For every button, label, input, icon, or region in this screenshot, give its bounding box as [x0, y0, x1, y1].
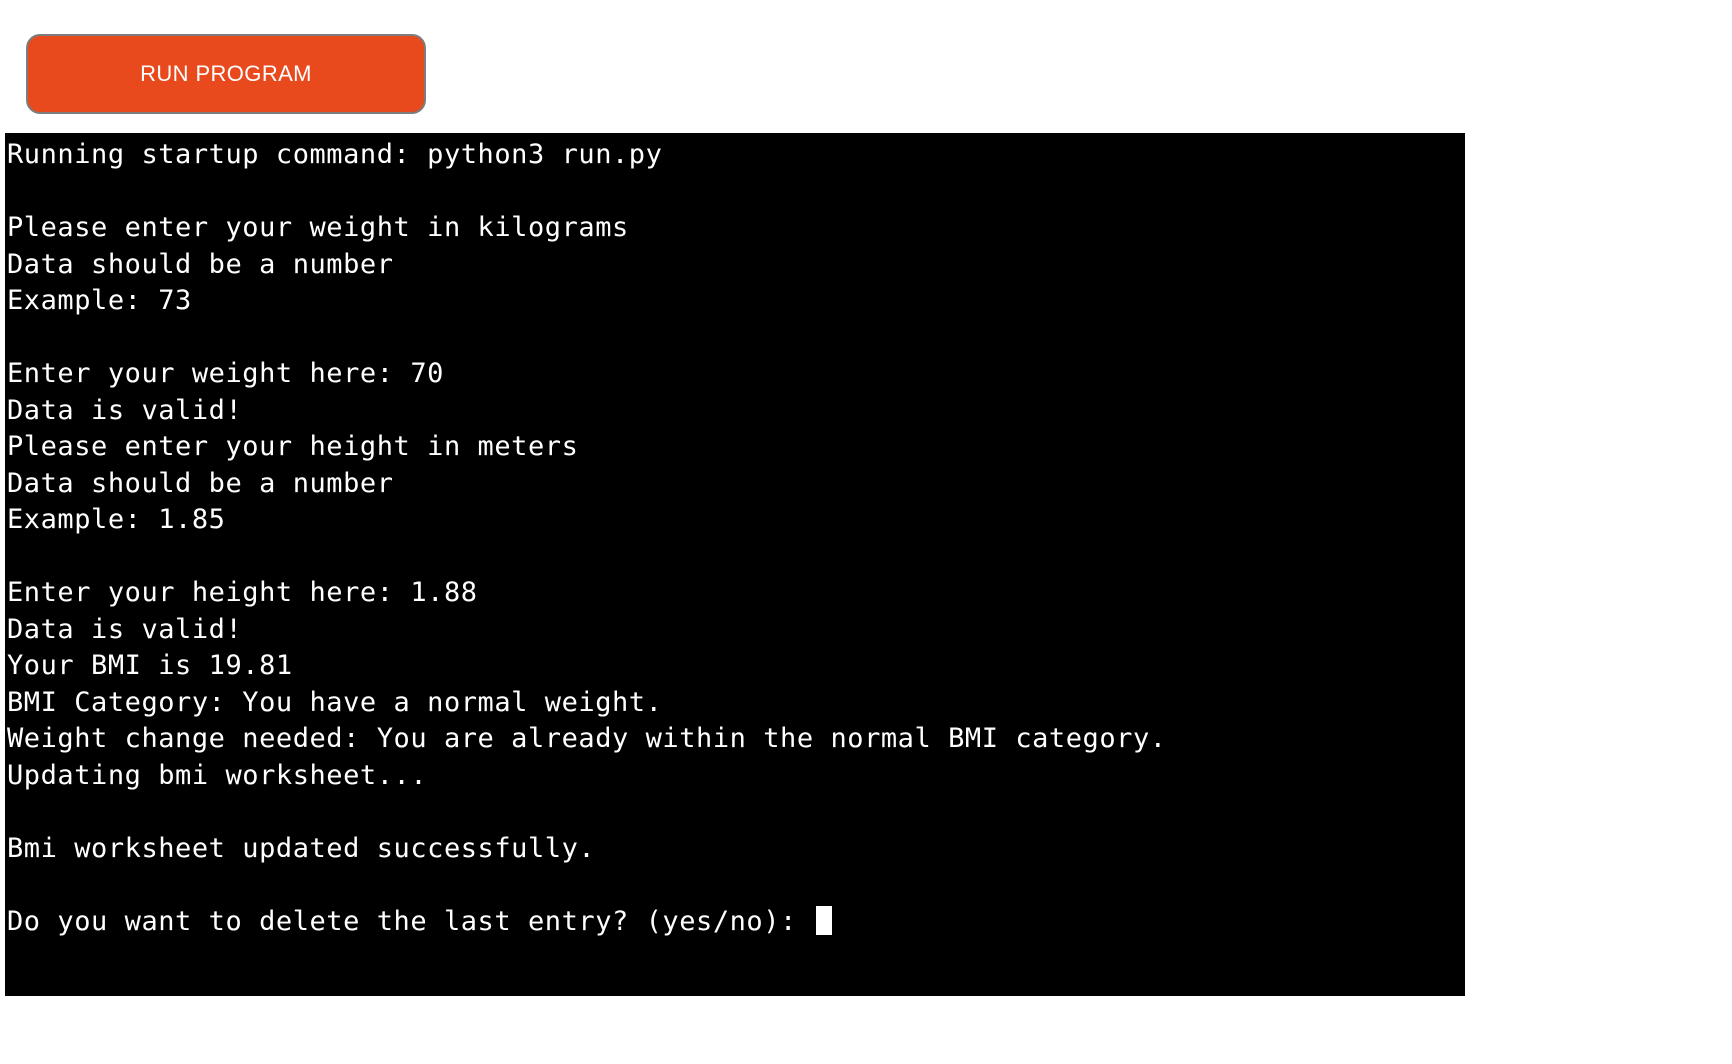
terminal-line: Example: 1.85 [7, 504, 226, 535]
terminal-line: BMI Category: You have a normal weight. [7, 686, 663, 718]
terminal-cursor [815, 905, 832, 935]
terminal-line: Please enter your height in meters [7, 431, 579, 462]
terminal-line: Enter your weight here: 70 [7, 358, 444, 389]
terminal-line: Bmi worksheet updated successfully. [7, 832, 596, 864]
terminal-line: Your BMI is 19.81 [7, 650, 293, 681]
run-program-button[interactable]: RUN PROGRAM [26, 34, 426, 114]
terminal-output: Running startup command: python3 run.py … [5, 137, 1465, 940]
terminal-console[interactable]: Running startup command: python3 run.py … [5, 133, 1465, 996]
terminal-line: Please enter your weight in kilograms [7, 212, 629, 243]
terminal-line: Data should be a number [7, 467, 394, 499]
terminal-line: Do you want to delete the last entry? (y… [7, 904, 1465, 941]
terminal-line: Example: 73 [7, 285, 192, 316]
terminal-line: Running startup command: python3 run.py [7, 139, 663, 170]
terminal-line: Data is valid! [7, 613, 243, 645]
terminal-line: Weight change needed: You are already wi… [7, 723, 1167, 754]
terminal-line: Data should be a number [7, 248, 394, 280]
terminal-line: Data is valid! [7, 394, 243, 426]
terminal-line: Enter your height here: 1.88 [7, 577, 478, 608]
app-root: RUN PROGRAM Running startup command: pyt… [0, 0, 1732, 1064]
terminal-line: Updating bmi worksheet... [7, 759, 428, 791]
